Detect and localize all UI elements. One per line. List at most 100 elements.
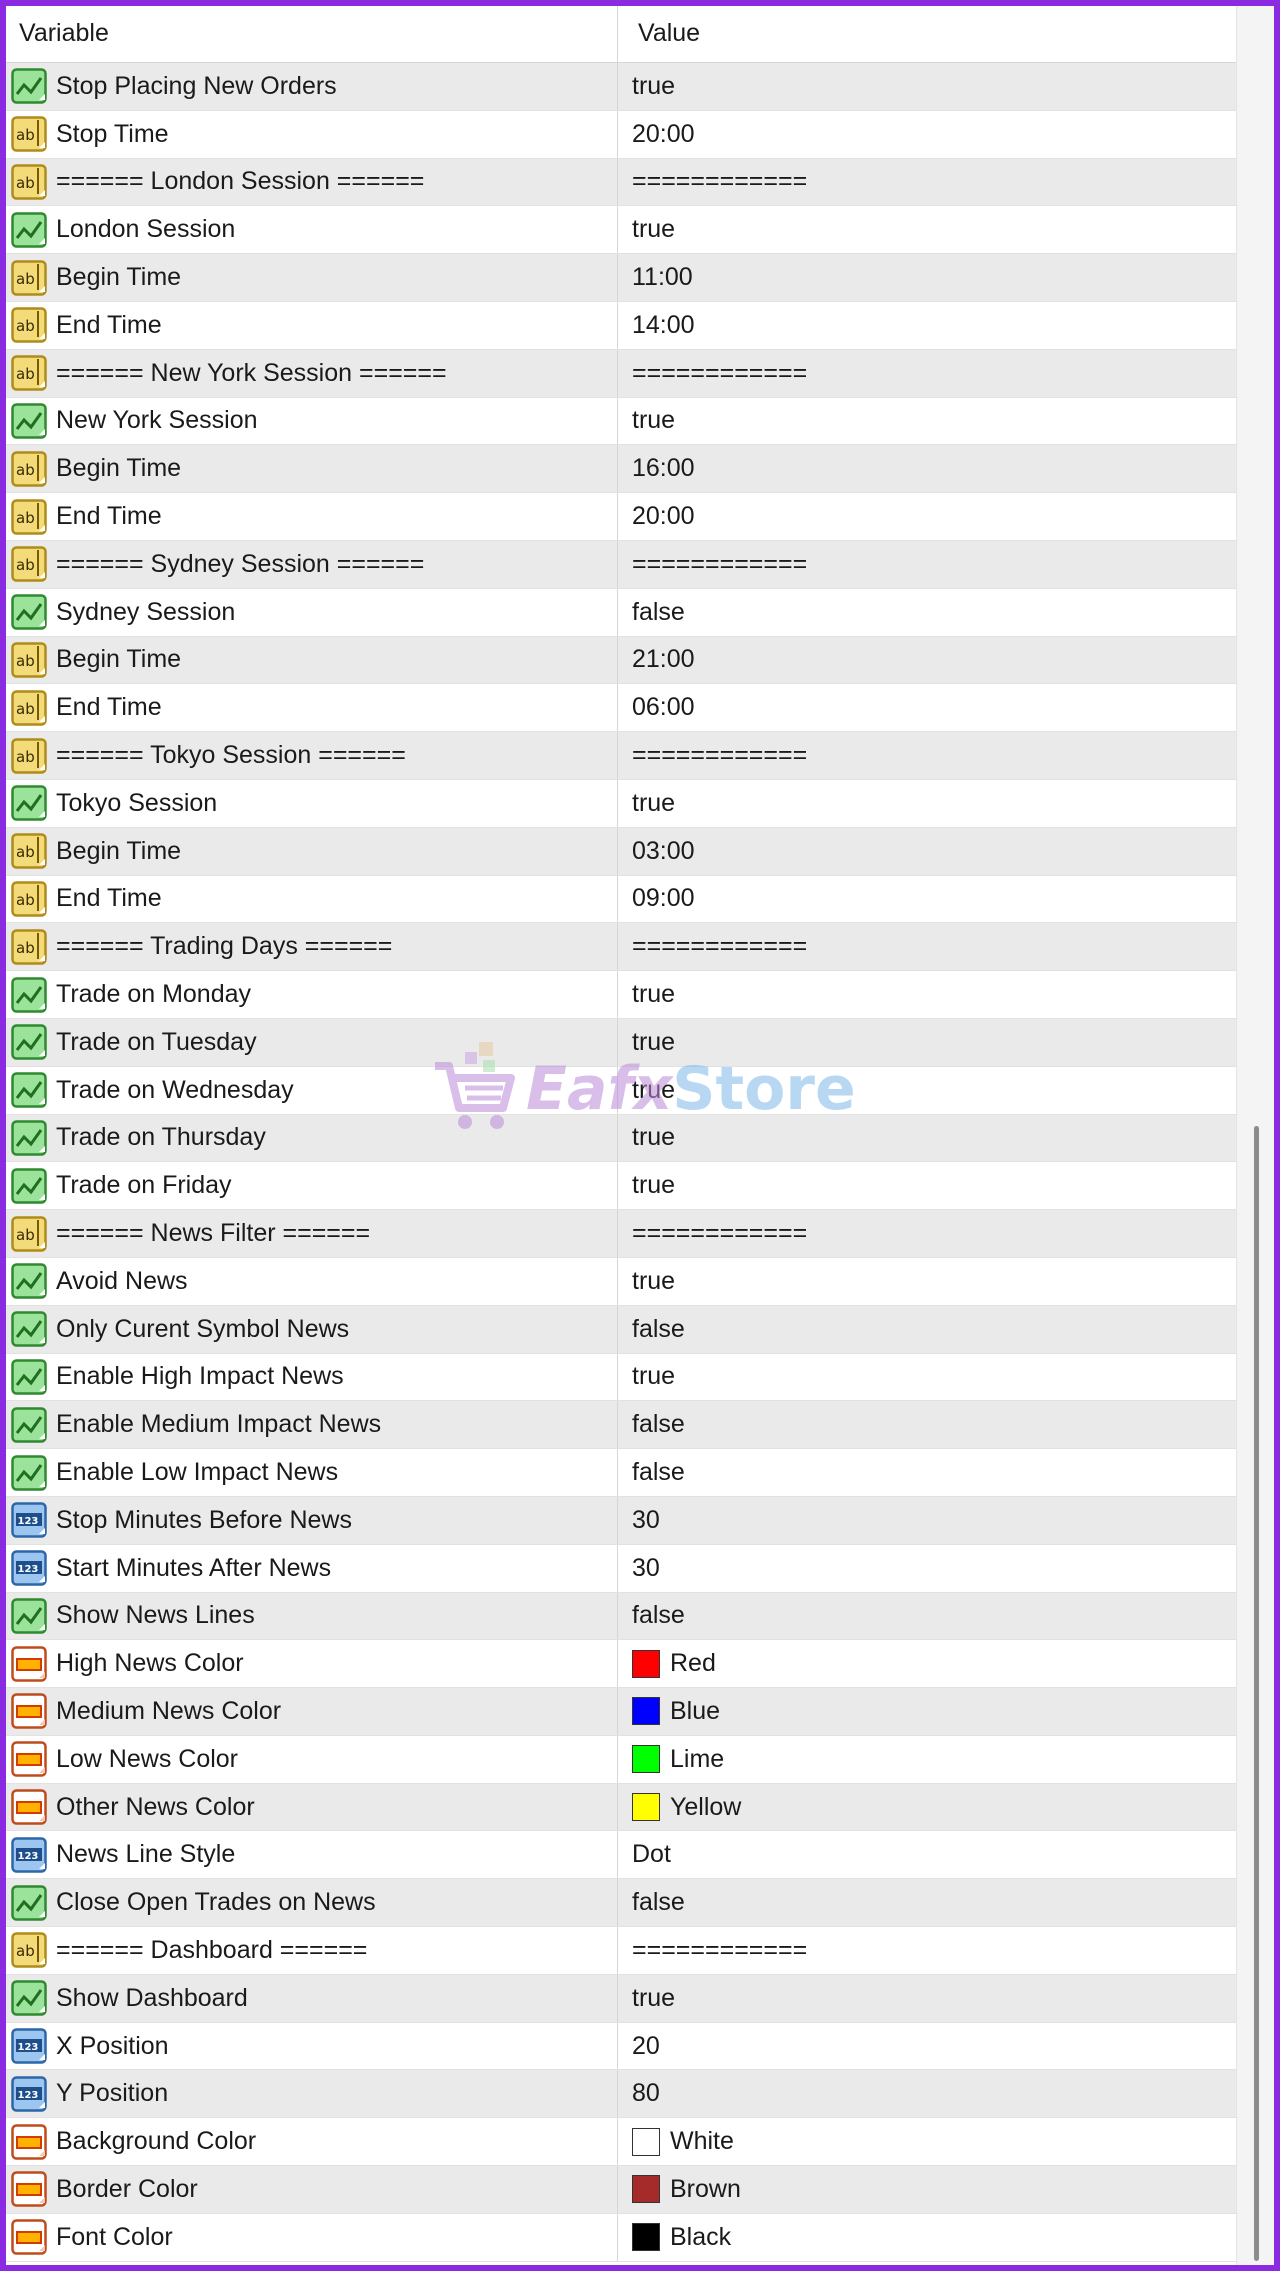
variable-cell[interactable]: Font Color xyxy=(6,2213,618,2261)
column-header-variable[interactable]: Variable xyxy=(6,6,618,62)
table-row[interactable]: ab ====== Sydney Session ====== ==========… xyxy=(6,540,1236,589)
table-row[interactable]: Only Curent Symbol News false xyxy=(6,1305,1236,1354)
variable-cell[interactable]: ab Stop Time xyxy=(6,110,618,158)
value-cell[interactable]: true xyxy=(618,1019,1236,1066)
value-cell[interactable]: true xyxy=(618,1258,1236,1305)
table-row[interactable]: ab Stop Time 20:00 xyxy=(6,110,1236,159)
value-cell[interactable]: ============ xyxy=(618,350,1236,397)
value-cell[interactable]: true xyxy=(618,1067,1236,1114)
value-cell[interactable]: ============ xyxy=(618,541,1236,588)
table-row[interactable]: Tokyo Session true xyxy=(6,779,1236,828)
variable-cell[interactable]: High News Color xyxy=(6,1640,618,1688)
variable-cell[interactable]: Avoid News xyxy=(6,1257,618,1305)
table-row[interactable]: Trade on Thursday true xyxy=(6,1114,1236,1163)
table-row[interactable]: Trade on Friday true xyxy=(6,1162,1236,1211)
variable-cell[interactable]: Trade on Friday xyxy=(6,1162,618,1210)
variable-cell[interactable]: ab Begin Time xyxy=(6,636,618,684)
table-row[interactable]: London Session true xyxy=(6,206,1236,255)
variable-cell[interactable]: ab ====== Dashboard ====== xyxy=(6,1927,618,1974)
value-cell[interactable]: true xyxy=(618,1162,1236,1209)
variable-cell[interactable]: ab End Time xyxy=(6,875,618,923)
value-cell[interactable]: 14:00 xyxy=(618,302,1236,349)
table-row[interactable]: 123 X Position 20 xyxy=(6,2022,1236,2071)
value-cell[interactable]: 20:00 xyxy=(618,493,1236,540)
table-row[interactable]: ab Begin Time 21:00 xyxy=(6,636,1236,685)
table-row[interactable]: Other News Color Yellow xyxy=(6,1783,1236,1832)
table-row[interactable]: ab End Time 06:00 xyxy=(6,684,1236,733)
variable-cell[interactable]: ab Begin Time xyxy=(6,254,618,301)
variable-cell[interactable]: Background Color xyxy=(6,2118,618,2166)
table-row[interactable]: Trade on Wednesday true xyxy=(6,1066,1236,1115)
table-row[interactable]: Trade on Monday true xyxy=(6,971,1236,1019)
value-cell[interactable]: 80 xyxy=(618,2070,1236,2117)
variable-cell[interactable]: Show News Lines xyxy=(6,1592,618,1640)
table-row[interactable]: ab End Time 09:00 xyxy=(6,875,1236,924)
value-cell[interactable]: Dot xyxy=(618,1831,1236,1878)
value-cell[interactable]: 16:00 xyxy=(618,445,1236,492)
variable-cell[interactable]: 123 Y Position xyxy=(6,2070,618,2118)
value-cell[interactable]: 20:00 xyxy=(618,111,1236,158)
value-cell[interactable]: ============ xyxy=(618,1210,1236,1257)
table-row[interactable]: ab ====== Tokyo Session ====== ===========… xyxy=(6,732,1236,780)
value-cell[interactable]: ============ xyxy=(618,159,1236,206)
value-cell[interactable]: true xyxy=(618,971,1236,1018)
variable-cell[interactable]: ab Begin Time xyxy=(6,445,618,493)
value-cell[interactable]: 30 xyxy=(618,1545,1236,1592)
variable-cell[interactable]: 123 Stop Minutes Before News xyxy=(6,1496,618,1544)
table-row[interactable]: Medium News Color Blue xyxy=(6,1688,1236,1736)
variable-cell[interactable]: Medium News Color xyxy=(6,1688,618,1735)
value-cell[interactable]: Brown xyxy=(618,2166,1236,2213)
table-row[interactable]: ab ====== Dashboard ====== ============ xyxy=(6,1927,1236,1975)
value-cell[interactable]: Lime xyxy=(618,1736,1236,1783)
value-cell[interactable]: Red xyxy=(618,1640,1236,1687)
value-cell[interactable]: true xyxy=(618,206,1236,253)
variable-cell[interactable]: Enable Medium Impact News xyxy=(6,1401,618,1449)
value-cell[interactable]: false xyxy=(618,589,1236,636)
variable-cell[interactable]: ab ====== News Filter ====== xyxy=(6,1210,618,1257)
vertical-scrollbar[interactable] xyxy=(1236,6,1274,2265)
variable-cell[interactable]: Border Color xyxy=(6,2166,618,2213)
value-cell[interactable]: false xyxy=(618,1879,1236,1926)
table-row[interactable]: Show News Lines false xyxy=(6,1592,1236,1641)
variable-cell[interactable]: ab ====== Sydney Session ====== xyxy=(6,540,618,588)
table-row[interactable]: Background Color White xyxy=(6,2118,1236,2167)
table-row[interactable]: ab Begin Time 16:00 xyxy=(6,445,1236,494)
variable-cell[interactable]: ab End Time xyxy=(6,301,618,349)
variable-cell[interactable]: New York Session xyxy=(6,397,618,445)
table-row[interactable]: Font Color Black xyxy=(6,2213,1236,2262)
table-row[interactable]: ab Begin Time 11:00 xyxy=(6,254,1236,302)
value-cell[interactable]: 30 xyxy=(618,1497,1236,1544)
table-row[interactable]: ab End Time 14:00 xyxy=(6,301,1236,350)
variable-cell[interactable]: Close Open Trades on News xyxy=(6,1879,618,1927)
table-row[interactable]: New York Session true xyxy=(6,397,1236,446)
variable-cell[interactable]: 123 X Position xyxy=(6,2022,618,2070)
value-cell[interactable]: Black xyxy=(618,2214,1236,2261)
table-row[interactable]: ab End Time 20:00 xyxy=(6,493,1236,541)
variable-cell[interactable]: Enable High Impact News xyxy=(6,1353,618,1401)
value-cell[interactable]: 03:00 xyxy=(618,828,1236,875)
variable-cell[interactable]: Trade on Wednesday xyxy=(6,1066,618,1114)
value-cell[interactable]: 06:00 xyxy=(618,684,1236,731)
table-row[interactable]: Enable Low Impact News false xyxy=(6,1449,1236,1497)
value-cell[interactable]: ============ xyxy=(618,732,1236,779)
table-row[interactable]: Sydney Session false xyxy=(6,588,1236,637)
value-cell[interactable]: 09:00 xyxy=(618,876,1236,923)
value-cell[interactable]: false xyxy=(618,1401,1236,1448)
value-cell[interactable]: true xyxy=(618,1354,1236,1401)
table-row[interactable]: Low News Color Lime xyxy=(6,1735,1236,1784)
variable-cell[interactable]: Trade on Thursday xyxy=(6,1114,618,1162)
table-row[interactable]: 123 Start Minutes After News 30 xyxy=(6,1544,1236,1593)
table-row[interactable]: High News Color Red xyxy=(6,1640,1236,1689)
variable-cell[interactable]: Tokyo Session xyxy=(6,779,618,827)
table-row[interactable]: Close Open Trades on News false xyxy=(6,1879,1236,1928)
table-row[interactable]: ab ====== New York Session ====== ========… xyxy=(6,349,1236,398)
value-cell[interactable]: 21:00 xyxy=(618,637,1236,684)
variable-cell[interactable]: Other News Color xyxy=(6,1783,618,1831)
variable-cell[interactable]: ab ====== New York Session ====== xyxy=(6,349,618,397)
table-row[interactable]: Avoid News true xyxy=(6,1257,1236,1306)
value-cell[interactable]: 20 xyxy=(618,2023,1236,2070)
variable-cell[interactable]: ab Begin Time xyxy=(6,827,618,875)
table-row[interactable]: Show Dashboard true xyxy=(6,1974,1236,2023)
value-cell[interactable]: true xyxy=(618,1975,1236,2022)
table-row[interactable]: 123 News Line Style Dot xyxy=(6,1831,1236,1880)
